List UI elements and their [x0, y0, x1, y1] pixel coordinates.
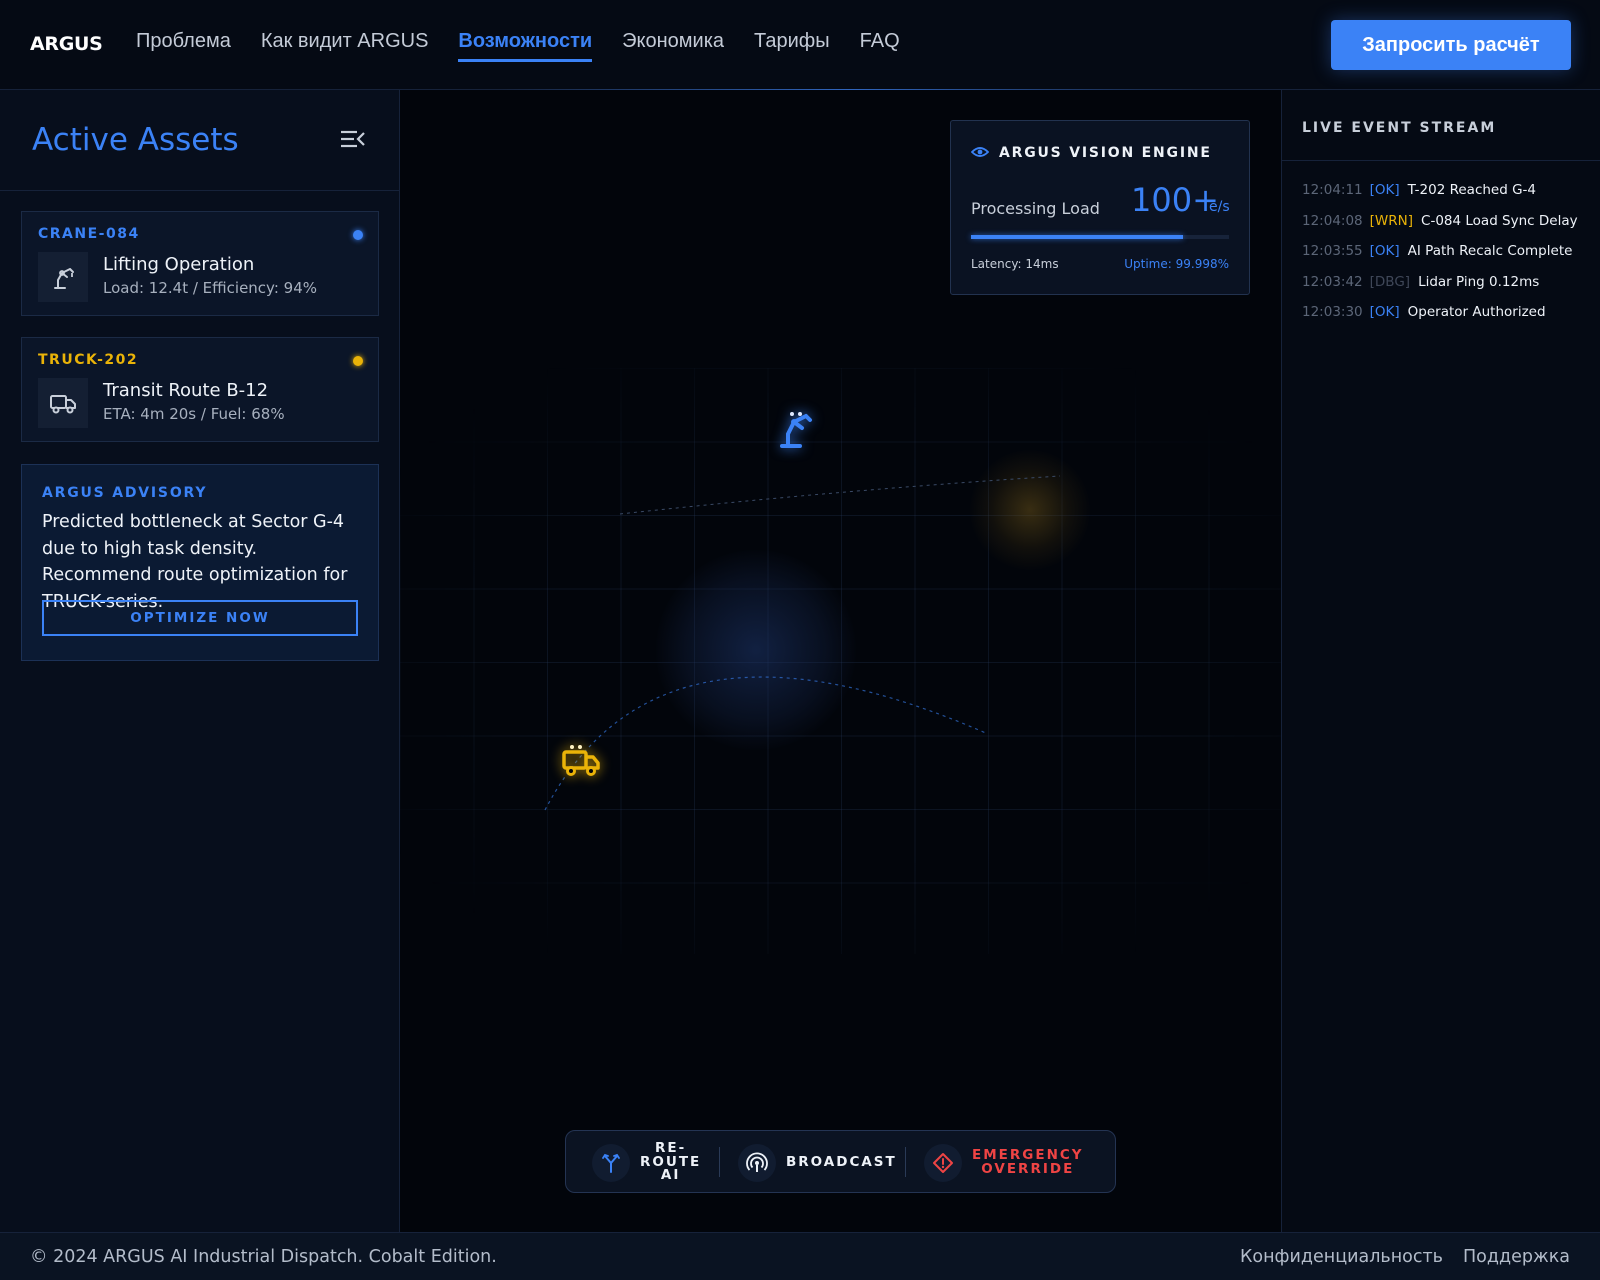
broadcast-icon-wrap	[738, 1143, 776, 1182]
event-row: 12:04:08 [WRN] C-084 Load Sync Delay	[1302, 213, 1578, 244]
crane-unit-marker[interactable]	[774, 406, 818, 450]
route-path-arc	[544, 676, 989, 811]
privacy-link[interactable]: Конфиденциальность	[1240, 1247, 1443, 1267]
processing-load-unit: e/s	[1209, 199, 1230, 215]
event-level: [DBG]	[1369, 273, 1411, 290]
request-estimate-button[interactable]: Запросить расчёт	[1331, 20, 1571, 70]
event-time: 12:04:11	[1302, 182, 1363, 198]
asset-meta: Load: 12.4t / Efficiency: 94%	[103, 279, 317, 297]
route-path-top	[619, 475, 1061, 515]
emergency-override-button[interactable]: EMERGENCY OVERRIDE	[924, 1131, 1084, 1194]
emergency-diamond-icon	[933, 1152, 953, 1173]
nav-item-problem[interactable]: Проблема	[136, 30, 231, 62]
processing-load-bar	[971, 235, 1229, 239]
event-level: [WRN]	[1369, 212, 1414, 229]
eye-icon	[971, 147, 989, 157]
live-event-stream-panel: LIVE EVENT STREAM 12:04:11 [OK] T-202 Reac…	[1281, 90, 1600, 1232]
event-stream-header: LIVE EVENT STREAM	[1282, 90, 1600, 161]
route-split-icon	[602, 1153, 620, 1173]
asset-icon-box	[38, 378, 88, 428]
reroute-ai-button[interactable]: RE- ROUTE AI	[592, 1131, 701, 1194]
broadcast-icon	[746, 1151, 768, 1172]
nav-item-economics[interactable]: Экономика	[622, 30, 724, 62]
copyright-text: © 2024 ARGUS AI Industrial Dispatch. Cob…	[30, 1247, 497, 1267]
nav-item-how-argus-sees[interactable]: Как видит ARGUS	[261, 30, 429, 62]
event-time: 12:03:55	[1302, 243, 1363, 259]
emergency-icon-wrap	[924, 1143, 962, 1182]
uptime-readout: Uptime: 99.998%	[1124, 257, 1229, 271]
route-split-icon-wrap	[592, 1143, 630, 1182]
assets-panel-header: Active Assets	[0, 90, 399, 191]
action-separator	[905, 1147, 906, 1177]
status-dot	[353, 230, 363, 240]
event-level: [OK]	[1369, 182, 1400, 198]
truck-icon	[50, 395, 76, 414]
latency-readout: Latency: 14ms	[971, 257, 1059, 271]
broadcast-button[interactable]: BROADCAST	[738, 1131, 897, 1194]
panel-title: Active Assets	[32, 122, 239, 158]
broadcast-label: BROADCAST	[786, 1153, 897, 1170]
event-row: 12:03:30 [OK] Operator Authorized	[1302, 304, 1578, 335]
event-row: 12:03:55 [OK] AI Path Recalc Complete	[1302, 243, 1578, 274]
asset-name: Lifting Operation	[103, 254, 255, 275]
nav-item-faq[interactable]: FAQ	[860, 30, 900, 62]
crane-icon	[54, 268, 74, 289]
event-message: Operator Authorized	[1407, 304, 1546, 320]
footer-links: Конфиденциальность Поддержка	[1240, 1247, 1570, 1267]
event-time: 12:04:08	[1302, 212, 1363, 229]
event-message: T-202 Reached G-4	[1407, 182, 1537, 198]
emergency-override-label: EMERGENCY OVERRIDE	[972, 1147, 1084, 1177]
processing-load-bar-fill	[971, 235, 1183, 239]
map-action-bar: RE- ROUTE AI BROADCAST EMERGENCY OVERRID…	[565, 1130, 1116, 1193]
nav-item-pricing[interactable]: Тарифы	[754, 30, 830, 62]
action-separator	[719, 1147, 720, 1177]
advisory-label: ARGUS ADVISORY	[42, 485, 208, 501]
event-time: 12:03:30	[1302, 304, 1363, 320]
asset-code: TRUCK-202	[38, 352, 139, 368]
event-message: AI Path Recalc Complete	[1407, 243, 1573, 259]
asset-code: CRANE-084	[38, 226, 140, 242]
event-row: 12:03:42 [DBG] Lidar Ping 0.12ms	[1302, 274, 1578, 305]
status-dot	[353, 356, 363, 366]
event-row: 12:04:11 [OK] T-202 Reached G-4	[1302, 182, 1578, 213]
nav-item-features[interactable]: Возможности	[458, 30, 593, 62]
collapse-menu-icon[interactable]	[340, 128, 366, 150]
event-message: Lidar Ping 0.12ms	[1418, 273, 1540, 290]
asset-icon-box	[38, 252, 88, 302]
asset-meta: ETA: 4m 20s / Fuel: 68%	[103, 405, 285, 423]
truck-unit-marker[interactable]	[560, 740, 604, 784]
event-level: [OK]	[1369, 304, 1400, 320]
asset-card-truck[interactable]: TRUCK-202 Transit Route B-12 ETA: 4m 20s…	[21, 337, 379, 442]
argus-advisory-card: ARGUS ADVISORY Predicted bottleneck at S…	[21, 464, 379, 661]
active-assets-panel: Active Assets CRANE-084 Lifting Operatio…	[0, 90, 400, 1232]
support-link[interactable]: Поддержка	[1463, 1247, 1570, 1267]
event-message: C-084 Load Sync Delay	[1421, 212, 1578, 229]
engine-title: ARGUS VISION ENGINE	[999, 145, 1212, 161]
asset-name: Transit Route B-12	[103, 380, 269, 401]
optimize-now-button[interactable]: OPTIMIZE NOW	[42, 600, 358, 636]
page-footer: © 2024 ARGUS AI Industrial Dispatch. Cob…	[0, 1232, 1600, 1280]
event-level: [OK]	[1369, 243, 1400, 259]
processing-load-value: 100+	[1131, 181, 1219, 219]
dispatch-map[interactable]: ARGUS VISION ENGINE Processing Load 100+…	[400, 90, 1281, 1232]
event-time: 12:03:42	[1302, 273, 1363, 290]
brand-logo[interactable]: ARGUS	[30, 33, 103, 55]
main-nav: Проблема Как видит ARGUS Возможности Эко…	[136, 30, 900, 62]
event-stream-title: LIVE EVENT STREAM	[1302, 120, 1497, 136]
top-navigation-bar: ARGUS Проблема Как видит ARGUS Возможнос…	[0, 0, 1600, 91]
asset-card-crane[interactable]: CRANE-084 Lifting Operation Load: 12.4t …	[21, 211, 379, 316]
processing-load-label: Processing Load	[971, 199, 1100, 218]
reroute-ai-label: RE- ROUTE AI	[640, 1140, 702, 1184]
event-list: 12:04:11 [OK] T-202 Reached G-4 12:04:08 [W…	[1302, 182, 1578, 335]
vision-engine-card: ARGUS VISION ENGINE Processing Load 100+…	[950, 120, 1250, 295]
